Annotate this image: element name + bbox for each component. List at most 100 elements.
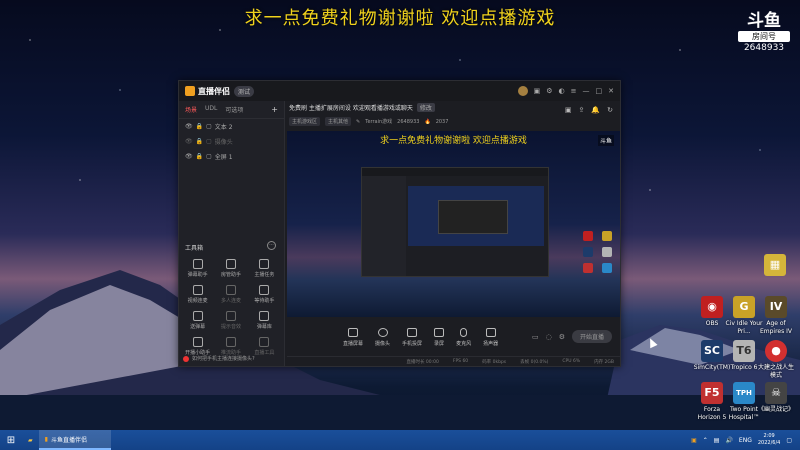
- status-fps: FPS 60: [452, 359, 469, 364]
- file-explorer-button[interactable]: ▰: [22, 430, 39, 450]
- gift-box-icon[interactable]: ▣: [565, 106, 572, 114]
- toolbox-title: 工具箱: [185, 245, 204, 252]
- edit-title-button[interactable]: 修改: [416, 103, 435, 112]
- edit-icon[interactable]: ✎: [356, 119, 360, 125]
- mask-icon[interactable]: ◌: [546, 333, 552, 341]
- simcity-icon: SC: [701, 340, 723, 362]
- show-hidden-icons[interactable]: ⌃: [703, 437, 708, 444]
- start-live-button[interactable]: 开始直播: [571, 330, 612, 343]
- preview-icon: [583, 231, 593, 241]
- camera-source-icon: ▢: [206, 138, 212, 145]
- tool-danmu[interactable]: 弹幕助手: [181, 259, 214, 278]
- close-icon[interactable]: ✕: [608, 87, 614, 95]
- red-game-icon: ●: [765, 340, 787, 362]
- maximize-icon[interactable]: □: [596, 87, 603, 95]
- tool-live-helper[interactable]: 开播小助手: [181, 337, 214, 356]
- eye-icon[interactable]: 👁: [185, 138, 193, 145]
- share-icon[interactable]: ⇪: [579, 106, 585, 114]
- windows-start-icon[interactable]: ⊞: [0, 430, 22, 450]
- camera-button[interactable]: 摄像头: [375, 327, 390, 347]
- add-scene-icon[interactable]: +: [271, 105, 278, 114]
- room-meta-row: 主机游戏区 主机其他 ✎ Terrain游戏 2648933 🔥 2037: [289, 117, 619, 126]
- gear-icon[interactable]: ⚙: [559, 333, 565, 341]
- stream-preview[interactable]: 求一点免费礼物谢谢啦 欢迎点播游戏 斗鱼: [287, 131, 620, 317]
- douyu-logo: 斗鱼 房间号 2648933: [738, 12, 790, 53]
- scene-item[interactable]: 👁 🔒 ▢ 摄像头: [179, 134, 284, 149]
- scene-item[interactable]: 👁 🔒 ▢ 全屏 1: [179, 149, 284, 164]
- room-game: Terrain游戏: [365, 119, 393, 125]
- forza-icon: F5: [701, 382, 723, 404]
- sound-effect-icon: [225, 311, 236, 321]
- desktop-icon-age-of-empires[interactable]: IV Age of Empires IV: [756, 296, 796, 336]
- task-icon: [259, 259, 270, 269]
- tool-send-danmu[interactable]: 送弹幕: [181, 311, 214, 330]
- menu-icon[interactable]: ≡: [571, 87, 577, 95]
- language-indicator[interactable]: ENG: [739, 437, 752, 444]
- video-record-icon[interactable]: ▭: [532, 333, 539, 341]
- gift-icon[interactable]: ▣: [534, 87, 541, 95]
- speaker-button[interactable]: 扬声器: [483, 327, 498, 347]
- tray-app-icon[interactable]: ▣: [691, 437, 697, 444]
- taskbar-app-live-companion[interactable]: ▮ 斗鱼直播伴侣: [38, 430, 111, 450]
- fire-icon: 🔥: [424, 118, 431, 125]
- title-bar-controls: ▣ ⚙ ◐ ≡ — □ ✕: [517, 86, 614, 96]
- tab-scene[interactable]: 场景: [185, 105, 197, 114]
- scene-item[interactable]: 👁 🔒 ▢ 文本 2: [179, 119, 284, 134]
- notification-icon[interactable]: ▢: [786, 437, 792, 444]
- phone-cast-button[interactable]: 手机投屏: [402, 327, 422, 347]
- tool-anchor-task[interactable]: 主播任务: [248, 259, 281, 278]
- eye-icon[interactable]: 👁: [185, 123, 193, 130]
- camera-icon: [377, 327, 388, 337]
- tab-udl[interactable]: UDL: [205, 105, 217, 114]
- desktop-icon-game-red[interactable]: ● 大建之战人生模式: [756, 340, 796, 380]
- status-duration: 直播时长 00:00: [406, 359, 439, 365]
- tool-wait-helper[interactable]: 等待助手: [248, 285, 281, 304]
- help-link-text: 如何把手机主播连接摄像头?: [192, 356, 255, 362]
- skin-icon[interactable]: ◐: [559, 87, 565, 95]
- stream-overlay-title: 求一点免费礼物谢谢啦 欢迎点播游戏: [244, 8, 556, 29]
- network-icon[interactable]: ▤: [714, 437, 720, 444]
- preview-desktop-icons: [583, 231, 615, 273]
- tool-stream-helper[interactable]: 推流助手: [214, 337, 247, 356]
- minimize-icon[interactable]: —: [583, 87, 590, 95]
- tool-live-tools[interactable]: 直播工具: [248, 337, 281, 356]
- window-title-bar[interactable]: 直播伴侣 测试 ▣ ⚙ ◐ ≡ — □ ✕: [179, 81, 620, 101]
- record-icon: [434, 327, 445, 337]
- civ-idle-icon: G: [733, 296, 755, 318]
- more-tools-icon[interactable]: ···: [267, 241, 276, 250]
- live-companion-window[interactable]: 直播伴侣 测试 ▣ ⚙ ◐ ≡ — □ ✕ 场景 UDL 可选项 + 👁 🔒 ▢…: [178, 80, 621, 367]
- desktop-icon-game[interactable]: ▦: [755, 254, 795, 276]
- preview-icon: [583, 263, 593, 273]
- subcategory-chip[interactable]: 主机其他: [325, 117, 352, 126]
- desktop-icon-ghost-game[interactable]: ☠ 《幽灵战记》: [756, 382, 796, 414]
- nested-window-preview: [361, 167, 549, 277]
- volume-icon[interactable]: 🔊: [725, 437, 732, 444]
- tool-video-link[interactable]: 视频连麦: [181, 285, 214, 304]
- settings-icon[interactable]: ⚙: [546, 87, 552, 95]
- tool-danmu-library[interactable]: 弹幕库: [248, 311, 281, 330]
- screen-capture-button[interactable]: 直播屏幕: [343, 327, 363, 347]
- tool-room-admin[interactable]: 房管助手: [214, 259, 247, 278]
- lock-icon[interactable]: 🔒: [196, 123, 203, 130]
- eye-icon[interactable]: 👁: [185, 153, 193, 160]
- record-button[interactable]: 录屏: [434, 327, 445, 347]
- category-chip[interactable]: 主机游戏区: [289, 117, 321, 126]
- status-memory: 内存 2GB: [594, 359, 614, 365]
- tool-sound-effect[interactable]: 提示音效: [214, 311, 247, 330]
- multi-link-icon: [225, 285, 236, 295]
- microphone-button[interactable]: 麦克风: [456, 327, 471, 347]
- refresh-icon[interactable]: ↻: [607, 106, 613, 114]
- tab-options[interactable]: 可选项: [225, 105, 243, 114]
- tool-multi-link[interactable]: 多人连麦: [214, 285, 247, 304]
- lock-icon[interactable]: 🔒: [196, 138, 203, 145]
- scene-label: 文本 2: [214, 124, 233, 131]
- lock-icon[interactable]: 🔒: [196, 153, 203, 160]
- clock[interactable]: 2:09 2022/6/4: [758, 433, 780, 447]
- help-link[interactable]: 如何把手机主播连接摄像头?: [183, 355, 255, 362]
- preview-icon: [602, 263, 612, 273]
- version-badge: 测试: [234, 85, 255, 97]
- avatar[interactable]: [517, 86, 528, 96]
- bell-icon[interactable]: 🔔: [591, 106, 600, 114]
- clock-date: 2022/6/4: [757, 440, 781, 446]
- phone-icon: [407, 327, 418, 337]
